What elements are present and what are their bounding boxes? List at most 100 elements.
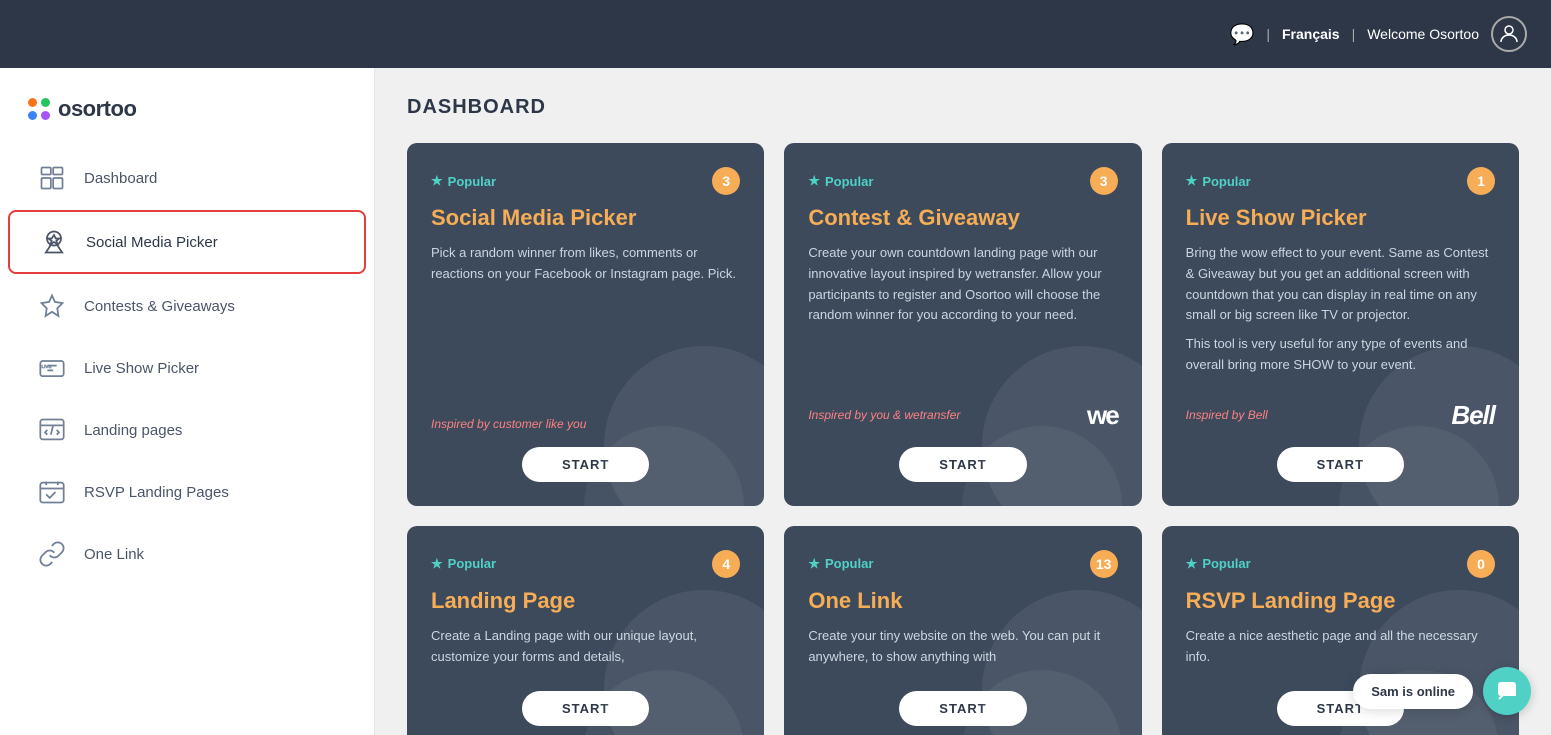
code-icon (36, 414, 68, 446)
star-icon: ★ (431, 173, 443, 189)
dashboard-icon (36, 162, 68, 194)
card-inspired-text: Inspired by you & wetransfer (808, 408, 960, 422)
card-live-show-picker: ★ Popular 1 Live Show Picker Bring the w… (1162, 143, 1519, 506)
card-count-badge: 4 (712, 550, 740, 578)
link-icon (36, 538, 68, 570)
card-social-media-picker: ★ Popular 3 Social Media Picker Pick a r… (407, 143, 764, 506)
logo-dot-3 (28, 111, 37, 120)
popular-text: Popular (448, 556, 496, 571)
card-badge-row: ★ Popular 3 (431, 167, 740, 195)
card-start-button[interactable]: START (522, 691, 649, 726)
star-icon (36, 290, 68, 322)
language-selector[interactable]: Français (1282, 26, 1340, 42)
card-popular-label: ★ Popular (808, 173, 873, 189)
wetransfer-logo: we (1087, 400, 1118, 431)
sidebar-label-landing-pages: Landing pages (84, 422, 182, 439)
sidebar-item-one-link[interactable]: One Link (8, 524, 366, 584)
card-popular-label: ★ Popular (808, 556, 873, 572)
card-count-badge: 3 (712, 167, 740, 195)
avatar[interactable] (1491, 16, 1527, 52)
sidebar-item-rsvp-landing-pages[interactable]: RSVP Landing Pages (8, 462, 366, 522)
star-icon: ★ (808, 173, 820, 189)
popular-text: Popular (825, 174, 873, 189)
sidebar-label-rsvp-landing-pages: RSVP Landing Pages (84, 484, 229, 501)
sidebar-label-one-link: One Link (84, 546, 144, 563)
card-contest-giveaway: ★ Popular 3 Contest & Giveaway Create yo… (784, 143, 1141, 506)
card-description: Bring the wow effect to your event. Same… (1186, 243, 1495, 384)
card-start-button[interactable]: START (1277, 447, 1404, 482)
card-popular-label: ★ Popular (1186, 173, 1251, 189)
page-title: DASHBOARD (407, 96, 1519, 119)
card-description: Create your tiny website on the web. You… (808, 626, 1117, 676)
card-start-button[interactable]: START (522, 447, 649, 482)
card-inspired-text: Inspired by Bell (1186, 408, 1268, 422)
card-description: Create a Landing page with our unique la… (431, 626, 740, 676)
topnav: 💬 | Français | Welcome Osortoo (0, 0, 1551, 68)
card-popular-label: ★ Popular (431, 556, 496, 572)
card-title: Contest & Giveaway (808, 205, 1117, 231)
card-badge-row: ★ Popular 13 (808, 550, 1117, 578)
card-title: RSVP Landing Page (1186, 588, 1495, 614)
card-landing-page: ★ Popular 4 Landing Page Create a Landin… (407, 526, 764, 735)
card-inspired-text: Inspired by customer like you (431, 417, 586, 431)
rsvp-icon (36, 476, 68, 508)
chat-button[interactable] (1483, 667, 1531, 715)
sidebar-label-social-media-picker: Social Media Picker (86, 234, 218, 251)
card-title: Live Show Picker (1186, 205, 1495, 231)
star-icon: ★ (808, 556, 820, 572)
sidebar-item-live-show-picker[interactable]: LIVE Live Show Picker (8, 338, 366, 398)
card-title: Social Media Picker (431, 205, 740, 231)
live-icon: LIVE (36, 352, 68, 384)
card-footer: Inspired by Bell Bell (1186, 400, 1495, 431)
logo-dots (28, 98, 50, 120)
card-badge-row: ★ Popular 3 (808, 167, 1117, 195)
card-footer: Inspired by you & wetransfer we (808, 400, 1117, 431)
logo: osortoo (0, 76, 374, 146)
logo-dot-2 (41, 98, 50, 107)
card-start-button[interactable]: START (899, 691, 1026, 726)
logo-dot-1 (28, 98, 37, 107)
sidebar-label-dashboard: Dashboard (84, 170, 157, 187)
card-popular-label: ★ Popular (431, 173, 496, 189)
card-count-badge: 0 (1467, 550, 1495, 578)
separator2: | (1352, 26, 1356, 42)
logo-text: osortoo (58, 96, 136, 122)
sidebar-item-dashboard[interactable]: Dashboard (8, 148, 366, 208)
cards-grid: ★ Popular 3 Social Media Picker Pick a r… (407, 143, 1519, 735)
chat-online-label: Sam is online (1353, 674, 1473, 709)
sidebar: osortoo Dashboard Social Media Picker Co… (0, 68, 375, 735)
card-one-link: ★ Popular 13 One Link Create your tiny w… (784, 526, 1141, 735)
popular-text: Popular (1202, 174, 1250, 189)
card-badge-row: ★ Popular 1 (1186, 167, 1495, 195)
card-description: Create your own countdown landing page w… (808, 243, 1117, 384)
card-description: Pick a random winner from likes, comment… (431, 243, 740, 401)
card-count-badge: 3 (1090, 167, 1118, 195)
card-title: One Link (808, 588, 1117, 614)
star-icon: ★ (431, 556, 443, 572)
bell-logo: Bell (1451, 400, 1495, 431)
popular-text: Popular (448, 174, 496, 189)
card-badge-row: ★ Popular 4 (431, 550, 740, 578)
card-title: Landing Page (431, 588, 740, 614)
popular-text: Popular (1202, 556, 1250, 571)
award-icon (38, 226, 70, 258)
star-icon: ★ (1186, 556, 1198, 572)
card-popular-label: ★ Popular (1186, 556, 1251, 572)
star-icon: ★ (1186, 173, 1198, 189)
logo-dot-4 (41, 111, 50, 120)
chat-message-icon[interactable]: 💬 (1229, 22, 1254, 47)
topnav-right: 💬 | Français | Welcome Osortoo (1229, 16, 1527, 52)
popular-text: Popular (825, 556, 873, 571)
separator: | (1266, 26, 1270, 42)
welcome-text: Welcome Osortoo (1367, 26, 1479, 42)
main-content: DASHBOARD ★ Popular 3 Social Media Picke… (375, 68, 1551, 735)
card-badge-row: ★ Popular 0 (1186, 550, 1495, 578)
chat-widget: Sam is online (1353, 667, 1531, 715)
card-start-button[interactable]: START (899, 447, 1026, 482)
sidebar-item-contests-giveaways[interactable]: Contests & Giveaways (8, 276, 366, 336)
svg-text:LIVE: LIVE (42, 364, 52, 369)
sidebar-item-landing-pages[interactable]: Landing pages (8, 400, 366, 460)
sidebar-item-social-media-picker[interactable]: Social Media Picker (8, 210, 366, 274)
sidebar-label-contests-giveaways: Contests & Giveaways (84, 298, 235, 315)
card-count-badge: 1 (1467, 167, 1495, 195)
